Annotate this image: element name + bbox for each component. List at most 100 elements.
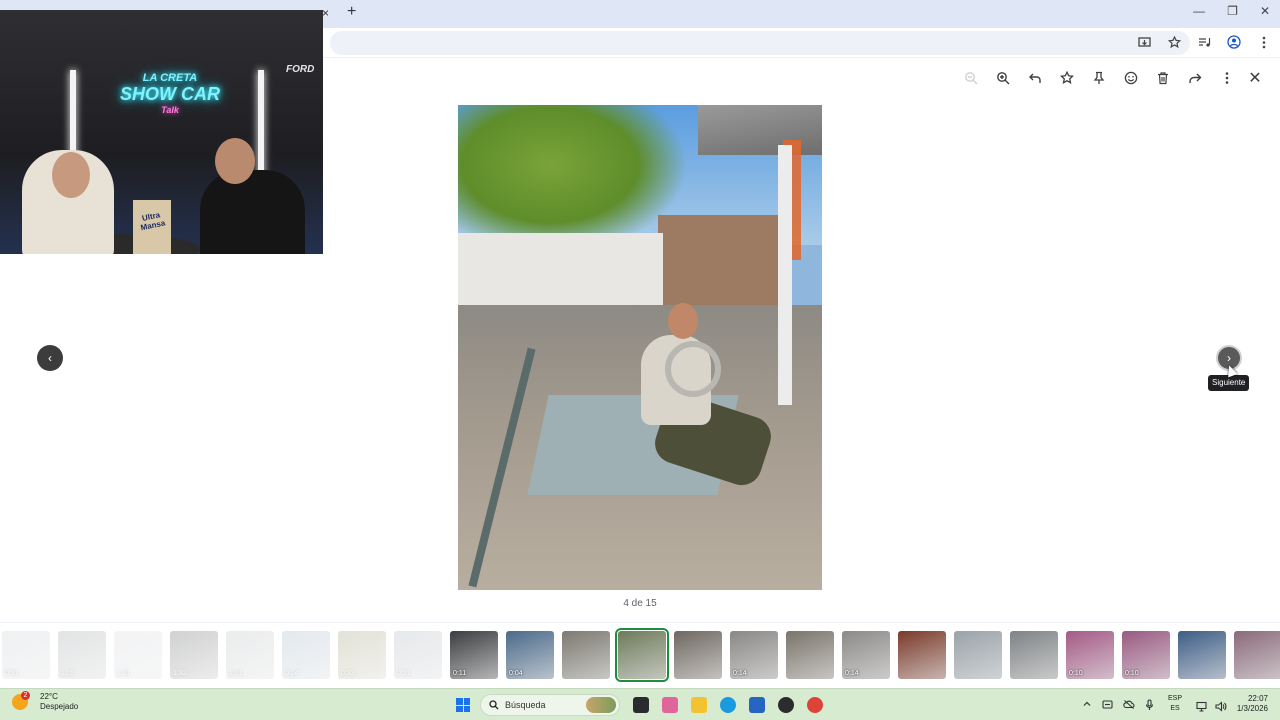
more-options-icon[interactable] bbox=[1211, 68, 1243, 88]
weather-text: 22°C Despejado bbox=[32, 692, 78, 712]
address-bar[interactable] bbox=[330, 31, 1190, 55]
sync-icon[interactable] bbox=[1102, 699, 1113, 714]
pin-icon[interactable] bbox=[1083, 68, 1115, 88]
cloud-off-icon[interactable] bbox=[1123, 699, 1135, 714]
neon-sign: LA CRETA SHOW CAR Talk bbox=[110, 70, 230, 118]
copilot-icon[interactable] bbox=[662, 697, 678, 713]
video-duration: 0:10 bbox=[1069, 670, 1083, 677]
filmstrip-thumbnail[interactable]: 0:14 bbox=[282, 631, 330, 679]
notification-badge: 2 bbox=[21, 691, 30, 700]
search-label: Búsqueda bbox=[505, 700, 546, 710]
filmstrip-thumbnail[interactable]: 0:14 bbox=[730, 631, 778, 679]
zoom-in-icon[interactable] bbox=[987, 68, 1019, 88]
person-right bbox=[200, 170, 305, 254]
video-duration: 0:14 bbox=[733, 670, 747, 677]
video-duration: 0:04 bbox=[509, 670, 523, 677]
person-left-head bbox=[52, 152, 90, 198]
taskbar-search[interactable]: Búsqueda bbox=[480, 694, 620, 716]
filmstrip-thumbnail[interactable] bbox=[786, 631, 834, 679]
chevron-left-icon: ‹ bbox=[48, 351, 52, 365]
close-viewer-button[interactable]: ✕ bbox=[1245, 68, 1265, 88]
delete-icon[interactable] bbox=[1147, 68, 1179, 88]
filmstrip-thumbnail[interactable] bbox=[954, 631, 1002, 679]
store-icon[interactable] bbox=[749, 697, 765, 713]
filmstrip-thumbnail[interactable] bbox=[1010, 631, 1058, 679]
filmstrip-thumbnail[interactable]: 0:10 bbox=[1122, 631, 1170, 679]
edge-icon[interactable] bbox=[720, 697, 736, 713]
clock[interactable]: 22:07 1/3/2026 bbox=[1226, 694, 1268, 714]
photo-steering-wheel bbox=[665, 341, 721, 397]
filmstrip-thumbnail[interactable]: 0:51 bbox=[2, 631, 50, 679]
emoji-icon[interactable] bbox=[1115, 68, 1147, 88]
filmstrip-thumbnail[interactable] bbox=[1234, 631, 1280, 679]
chrome-icon[interactable] bbox=[807, 697, 823, 713]
browser-menu-icon[interactable] bbox=[1256, 34, 1272, 50]
display-icon[interactable] bbox=[1196, 699, 1207, 717]
restore-button[interactable]: ❐ bbox=[1227, 4, 1238, 18]
clock-date: 1/3/2026 bbox=[1236, 704, 1268, 713]
search-icon bbox=[489, 700, 499, 710]
temperature: 22°C bbox=[40, 692, 58, 701]
filmstrip-thumbnail[interactable] bbox=[898, 631, 946, 679]
filmstrip-thumbnail[interactable]: 1:11 bbox=[114, 631, 162, 679]
close-tab-icon[interactable]: × bbox=[322, 6, 329, 20]
filmstrip-thumbnail[interactable]: 0:14 bbox=[842, 631, 890, 679]
filmstrip-thumbnail[interactable]: 1:32 bbox=[170, 631, 218, 679]
viewer-action-bar bbox=[955, 68, 1243, 88]
language-code: ESP bbox=[1168, 695, 1183, 702]
obs-icon[interactable] bbox=[778, 697, 794, 713]
filmstrip-thumbnail[interactable] bbox=[1178, 631, 1226, 679]
filmstrip-thumbnail[interactable]: 1:01 bbox=[226, 631, 274, 679]
task-view-icon[interactable] bbox=[633, 697, 649, 713]
filmstrip-thumbnail[interactable]: 0:33 bbox=[338, 631, 386, 679]
favorite-star-icon[interactable] bbox=[1051, 68, 1083, 88]
person-right-head bbox=[215, 138, 255, 184]
status-icons bbox=[1196, 699, 1227, 717]
neon-line: Talk bbox=[161, 105, 179, 115]
windows-start-icon[interactable] bbox=[456, 698, 470, 712]
video-duration: 0:14 bbox=[285, 670, 299, 677]
photo-pillar bbox=[778, 145, 792, 405]
chevron-right-icon: › bbox=[1227, 351, 1231, 365]
filmstrip-thumbnail[interactable] bbox=[615, 628, 669, 682]
filmstrip-thumbnail[interactable]: 1:05 bbox=[58, 631, 106, 679]
chevron-up-icon[interactable] bbox=[1082, 699, 1092, 714]
main-photo[interactable] bbox=[458, 105, 822, 590]
bookmark-star-icon[interactable] bbox=[1166, 34, 1182, 50]
video-duration: 0:51 bbox=[5, 670, 19, 677]
install-app-icon[interactable] bbox=[1136, 34, 1152, 50]
windows-taskbar: 22°C Despejado 2 Búsqueda ESP ES 22:07 1… bbox=[0, 688, 1280, 720]
photo-brick-wall bbox=[658, 215, 788, 315]
filmstrip-thumbnail[interactable]: 0:10 bbox=[1066, 631, 1114, 679]
file-explorer-icon[interactable] bbox=[691, 697, 707, 713]
weather-condition: Despejado bbox=[40, 702, 79, 711]
video-duration: 0:21 bbox=[397, 670, 411, 677]
filmstrip-thumbnail[interactable]: 0:11 bbox=[450, 631, 498, 679]
share-icon[interactable] bbox=[1179, 68, 1211, 88]
ford-sign: FORD bbox=[286, 64, 315, 75]
video-duration: 0:11 bbox=[453, 670, 467, 677]
profile-icon[interactable] bbox=[1226, 34, 1242, 50]
language-indicator[interactable]: ESP ES bbox=[1168, 694, 1182, 714]
minimize-button[interactable]: — bbox=[1193, 4, 1205, 18]
rotate-icon[interactable] bbox=[1019, 68, 1051, 88]
media-controls-icon[interactable] bbox=[1196, 34, 1212, 50]
photo-white-wall bbox=[458, 233, 663, 313]
window-controls: — ❐ ✕ bbox=[1193, 4, 1270, 18]
webcam-overlay: LA CRETA SHOW CAR Talk FORD Ultra Mansa bbox=[0, 10, 323, 254]
video-duration: 1:32 bbox=[173, 670, 187, 677]
close-window-button[interactable]: ✕ bbox=[1260, 4, 1270, 18]
video-duration: 0:33 bbox=[341, 670, 355, 677]
video-duration: 1:11 bbox=[117, 670, 131, 677]
filmstrip: 0:51 1:05 1:11 1:32 1:01 0:14 0:33 0:21 0:11 0:04… bbox=[0, 622, 1280, 686]
filmstrip-thumbnail[interactable]: 0:21 bbox=[394, 631, 442, 679]
photo-counter: 4 de 15 bbox=[623, 598, 657, 609]
toolbar-icons bbox=[1136, 34, 1272, 50]
new-tab-button[interactable]: + bbox=[347, 3, 356, 21]
filmstrip-thumbnail[interactable]: 0:04 bbox=[506, 631, 554, 679]
microphone-icon[interactable] bbox=[1145, 699, 1154, 714]
zoom-out-icon[interactable] bbox=[955, 68, 987, 88]
filmstrip-thumbnail[interactable] bbox=[674, 631, 722, 679]
previous-button[interactable]: ‹ bbox=[37, 345, 63, 371]
filmstrip-thumbnail[interactable] bbox=[562, 631, 610, 679]
